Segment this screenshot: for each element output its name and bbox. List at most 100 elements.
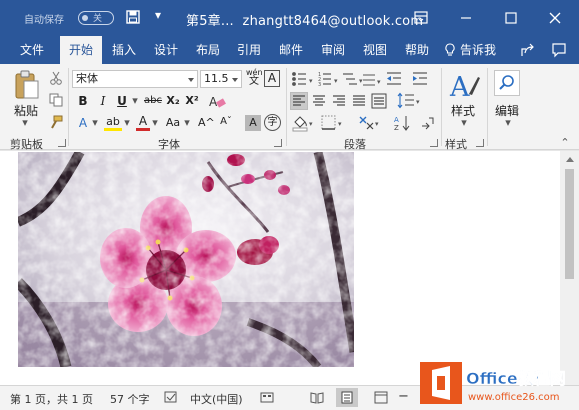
styles-dropdown-icon[interactable]: ▾ [457,116,471,129]
group-divider [286,68,287,146]
paragraph-launcher-icon[interactable] [430,139,438,147]
highlight-dropdown-icon[interactable]: ▾ [122,116,132,129]
macro-icon[interactable] [260,391,274,404]
sort-icon[interactable]: AZ [394,114,410,132]
font-size-select[interactable]: 11.5 [200,70,242,88]
svg-text:3: 3 [318,82,321,88]
show-marks-icon[interactable] [419,114,435,132]
change-case-dropdown-icon[interactable]: ▾ [182,116,192,129]
subscript-button[interactable]: X₂ [165,94,181,107]
cut-icon[interactable] [49,71,63,85]
enclose-chars-button[interactable]: 字 [264,114,281,131]
copy-icon[interactable] [49,93,63,107]
increase-indent-icon [413,72,427,85]
tab-view[interactable]: 视图 [355,36,395,64]
font-name-value: 宋体 [76,72,98,85]
web-layout-icon[interactable] [374,391,388,404]
close-icon[interactable] [545,9,565,27]
scroll-thumb[interactable] [565,169,574,279]
vertical-scrollbar[interactable] [560,151,579,385]
autosave-toggle[interactable]: 关 [78,11,114,25]
minimize-icon[interactable] [456,9,476,27]
zoom-out-button[interactable]: − [398,389,409,404]
font-launcher-icon[interactable] [274,139,282,147]
account-name[interactable]: zhangtt8464@outlook.com [243,14,424,29]
change-case-button[interactable]: Aa [164,116,182,129]
tab-insert[interactable]: 插入 [104,36,144,64]
tell-me-box[interactable]: 告诉我 [444,36,496,64]
svg-text:A: A [449,72,470,100]
paragraph-group-label: 段落 [344,138,366,151]
bold-button[interactable]: B [76,94,90,108]
text-effects-button[interactable]: A [76,116,90,130]
office26-watermark: Office教程网 www.office26.com [420,362,566,404]
distributed-icon[interactable] [371,93,387,109]
justify-icon[interactable] [351,93,367,109]
read-mode-icon[interactable] [310,391,324,404]
font-color-button[interactable]: A [136,114,150,131]
char-border-icon[interactable]: A [264,70,280,87]
tab-layout[interactable]: 布局 [188,36,228,64]
shrink-font-button[interactable]: Aˇ [218,116,234,127]
toggle-knob [82,15,88,21]
tab-file[interactable]: 文件 [12,36,52,64]
align-center-icon[interactable] [311,93,327,109]
print-layout-icon [341,391,353,404]
proofing-icon[interactable] [164,391,178,404]
tab-home[interactable]: 开始 [60,36,102,64]
align-right-icon[interactable] [331,93,347,109]
find-button[interactable] [494,70,520,96]
char-shading-button[interactable]: A [245,115,261,131]
paste-icon[interactable] [14,70,40,100]
clipboard-launcher-icon[interactable] [58,139,66,147]
collapse-ribbon-icon[interactable]: ⌃ [558,136,572,149]
ribbon-display-icon[interactable] [411,9,431,27]
customize-qat-icon[interactable]: ▾ [155,8,161,22]
maximize-icon[interactable] [501,9,521,27]
group-divider [68,68,69,146]
chevron-down-icon [232,78,238,82]
chinese-layout-icon[interactable]: ▾ [362,72,384,88]
font-color-dropdown-icon[interactable]: ▾ [150,116,160,129]
comment-icon[interactable] [551,42,567,58]
share-icon[interactable] [520,42,536,58]
blossom-image[interactable] [18,152,354,367]
phonetic-guide-icon[interactable]: wén 文 [246,68,263,87]
font-group-label: 字体 [158,138,180,151]
paste-dropdown-icon[interactable]: ▾ [18,116,32,129]
chinese-typography-icon[interactable]: ▾ [357,114,383,132]
tab-review[interactable]: 审阅 [313,36,353,64]
tab-mailings[interactable]: 邮件 [271,36,311,64]
tab-design[interactable]: 设计 [146,36,186,64]
word-count[interactable]: 57 个字 [110,391,150,407]
underline-button[interactable]: U [115,94,129,108]
svg-text:▾: ▾ [375,120,379,128]
borders-icon[interactable]: ▾ [320,114,346,132]
editing-dropdown-icon[interactable]: ▾ [501,116,515,129]
clear-formatting-icon[interactable]: A [208,94,226,109]
styles-icon[interactable]: A [449,70,481,100]
grow-font-button[interactable]: A^ [198,116,215,129]
format-painter-icon[interactable] [49,115,63,129]
font-name-select[interactable]: 宋体 [72,70,198,88]
ribbon-tabs: 文件 开始 插入 设计 布局 引用 邮件 审阅 视图 帮助 告诉我 [0,36,579,64]
tab-references[interactable]: 引用 [229,36,269,64]
highlight-button[interactable]: ab [104,115,122,131]
print-layout-button[interactable] [336,388,358,407]
chevron-down-icon [188,78,194,82]
font-size-value: 11.5 [204,72,229,85]
page-count[interactable]: 第 1 页，共 1 页 [10,391,93,407]
italic-button[interactable]: I [96,94,110,108]
scroll-up-icon[interactable] [566,157,574,162]
align-left-button[interactable] [290,92,308,110]
tab-help[interactable]: 帮助 [397,36,437,64]
strikethrough-button[interactable]: abc [143,95,163,106]
underline-dropdown-icon[interactable]: ▾ [130,94,140,107]
language-indicator[interactable]: 中文(中国) [190,391,243,407]
styles-launcher-icon[interactable] [476,139,484,147]
save-icon[interactable] [126,10,140,24]
effects-dropdown-icon[interactable]: ▾ [90,116,100,129]
superscript-button[interactable]: X² [184,94,200,107]
shading-icon[interactable]: ▾ [291,114,317,132]
line-spacing-icon[interactable]: ▾ [397,92,423,109]
